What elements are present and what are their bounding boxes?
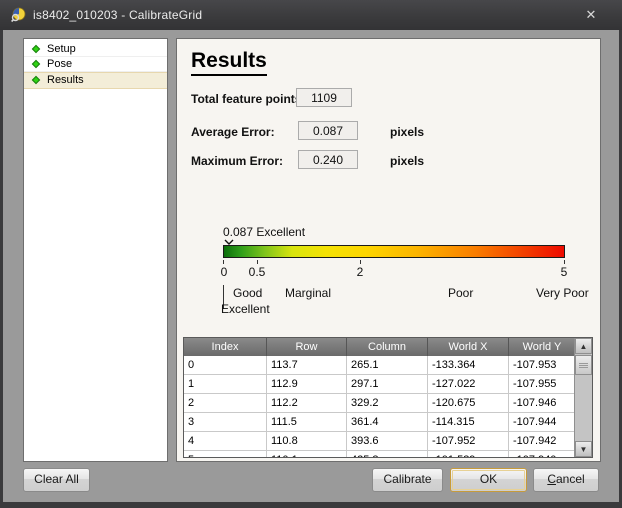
feature-points-table[interactable]: Index Row Column World X World Y 0 113.7…	[183, 337, 593, 458]
calibrate-grid-dialog: is8402_010203 - CalibrateGrid ✕ Setup Po…	[0, 0, 622, 508]
scrollbar-grip	[579, 363, 588, 369]
diamond-icon	[32, 76, 40, 84]
sidebar-item-pose[interactable]: Pose	[24, 57, 167, 72]
cell: -107.942	[509, 432, 576, 450]
maximum-error-value: 0.240	[298, 150, 358, 169]
cell: 2	[184, 394, 267, 412]
cell: -114.315	[428, 413, 509, 431]
scrollbar-thumb[interactable]	[575, 355, 592, 375]
cell: -107.940	[509, 451, 576, 458]
dialog-body: Setup Pose Results Results Total feature…	[3, 30, 619, 502]
scale-tick	[360, 260, 361, 264]
cell: 5	[184, 451, 267, 458]
scale-region-poor: Poor	[448, 286, 473, 300]
sidebar-item-label: Results	[47, 74, 84, 86]
cell: 4	[184, 432, 267, 450]
cell: 0	[184, 356, 267, 374]
scale-region-good: Good	[233, 286, 262, 300]
step-list: Setup Pose Results	[23, 38, 168, 462]
cancel-rest: ancel	[556, 472, 585, 486]
average-error-label: Average Error:	[191, 125, 275, 139]
cell: -133.364	[428, 356, 509, 374]
sidebar-item-label: Setup	[47, 43, 76, 55]
cancel-mnemonic: C	[547, 472, 556, 486]
window-title: is8402_010203 - CalibrateGrid	[33, 8, 202, 22]
sidebar-item-results[interactable]: Results	[24, 72, 167, 89]
cell: 393.6	[347, 432, 428, 450]
total-points-label: Total feature points:	[191, 92, 305, 106]
scale-tick	[564, 260, 565, 264]
cell: 113.7	[267, 356, 347, 374]
app-icon	[10, 7, 26, 23]
cell: -107.946	[509, 394, 576, 412]
col-header-world-x[interactable]: World X	[428, 338, 509, 356]
scale-tick-label: 0	[218, 265, 230, 279]
table-row[interactable]: 4 110.8 393.6 -107.952 -107.942	[184, 432, 576, 451]
cell: 361.4	[347, 413, 428, 431]
col-header-index[interactable]: Index	[184, 338, 267, 356]
col-header-world-y[interactable]: World Y	[509, 338, 576, 356]
cell: -107.944	[509, 413, 576, 431]
cell: -107.952	[428, 432, 509, 450]
calibrate-button[interactable]: Calibrate	[372, 468, 443, 492]
table-header-row: Index Row Column World X World Y	[184, 338, 576, 356]
cell: -101.589	[428, 451, 509, 458]
cell: 112.9	[267, 375, 347, 393]
scale-marker-label: 0.087 Excellent	[223, 225, 305, 239]
scroll-down-icon[interactable]: ▼	[575, 441, 592, 457]
cell: 111.5	[267, 413, 347, 431]
cancel-button[interactable]: Cancel	[533, 468, 599, 492]
table-row[interactable]: 2 112.2 329.2 -120.675 -107.946	[184, 394, 576, 413]
cell: 3	[184, 413, 267, 431]
results-panel: Results Total feature points: 1109 Avera…	[176, 38, 601, 462]
cell: 1	[184, 375, 267, 393]
diamond-icon	[32, 60, 40, 68]
page-title: Results	[191, 49, 267, 76]
scale-tick-label: 5	[556, 265, 572, 279]
title-bar[interactable]: is8402_010203 - CalibrateGrid ✕	[0, 0, 622, 30]
scale-tick	[257, 260, 258, 264]
maximum-error-label: Maximum Error:	[191, 154, 283, 168]
table-row[interactable]: 5 110.1 425.8 -101.589 -107.940	[184, 451, 576, 458]
average-error-unit: pixels	[390, 125, 424, 139]
average-error-value: 0.087	[298, 121, 358, 140]
col-header-column[interactable]: Column	[347, 338, 428, 356]
clear-all-button[interactable]: Clear All	[23, 468, 90, 492]
error-scale-gradient	[223, 245, 565, 258]
cell: 110.8	[267, 432, 347, 450]
scale-tick	[223, 260, 224, 264]
cell: -107.955	[509, 375, 576, 393]
cell: 425.8	[347, 451, 428, 458]
col-header-row[interactable]: Row	[267, 338, 347, 356]
scale-region-marginal: Marginal	[285, 286, 331, 300]
table-row[interactable]: 0 113.7 265.1 -133.364 -107.953	[184, 356, 576, 375]
cell: -120.675	[428, 394, 509, 412]
table-scrollbar[interactable]: ▲ ▼	[574, 338, 592, 457]
total-points-value: 1109	[296, 88, 352, 107]
cell: 297.1	[347, 375, 428, 393]
cell: 329.2	[347, 394, 428, 412]
cell: 265.1	[347, 356, 428, 374]
ok-button[interactable]: OK	[450, 468, 527, 492]
diamond-icon	[32, 45, 40, 53]
scroll-up-icon[interactable]: ▲	[575, 338, 592, 354]
cell: -127.022	[428, 375, 509, 393]
scale-tick-label: 2	[353, 265, 367, 279]
scale-region-excellent: Excellent	[221, 302, 270, 316]
close-button[interactable]: ✕	[574, 4, 608, 26]
cell: 110.1	[267, 451, 347, 458]
scale-tick-label: 0.5	[245, 265, 269, 279]
sidebar-item-setup[interactable]: Setup	[24, 42, 167, 57]
sidebar-item-label: Pose	[47, 58, 72, 70]
cell: 112.2	[267, 394, 347, 412]
table-row[interactable]: 1 112.9 297.1 -127.022 -107.955	[184, 375, 576, 394]
table-row[interactable]: 3 111.5 361.4 -114.315 -107.944	[184, 413, 576, 432]
cell: -107.953	[509, 356, 576, 374]
scale-region-very-poor: Very Poor	[536, 286, 589, 300]
maximum-error-unit: pixels	[390, 154, 424, 168]
